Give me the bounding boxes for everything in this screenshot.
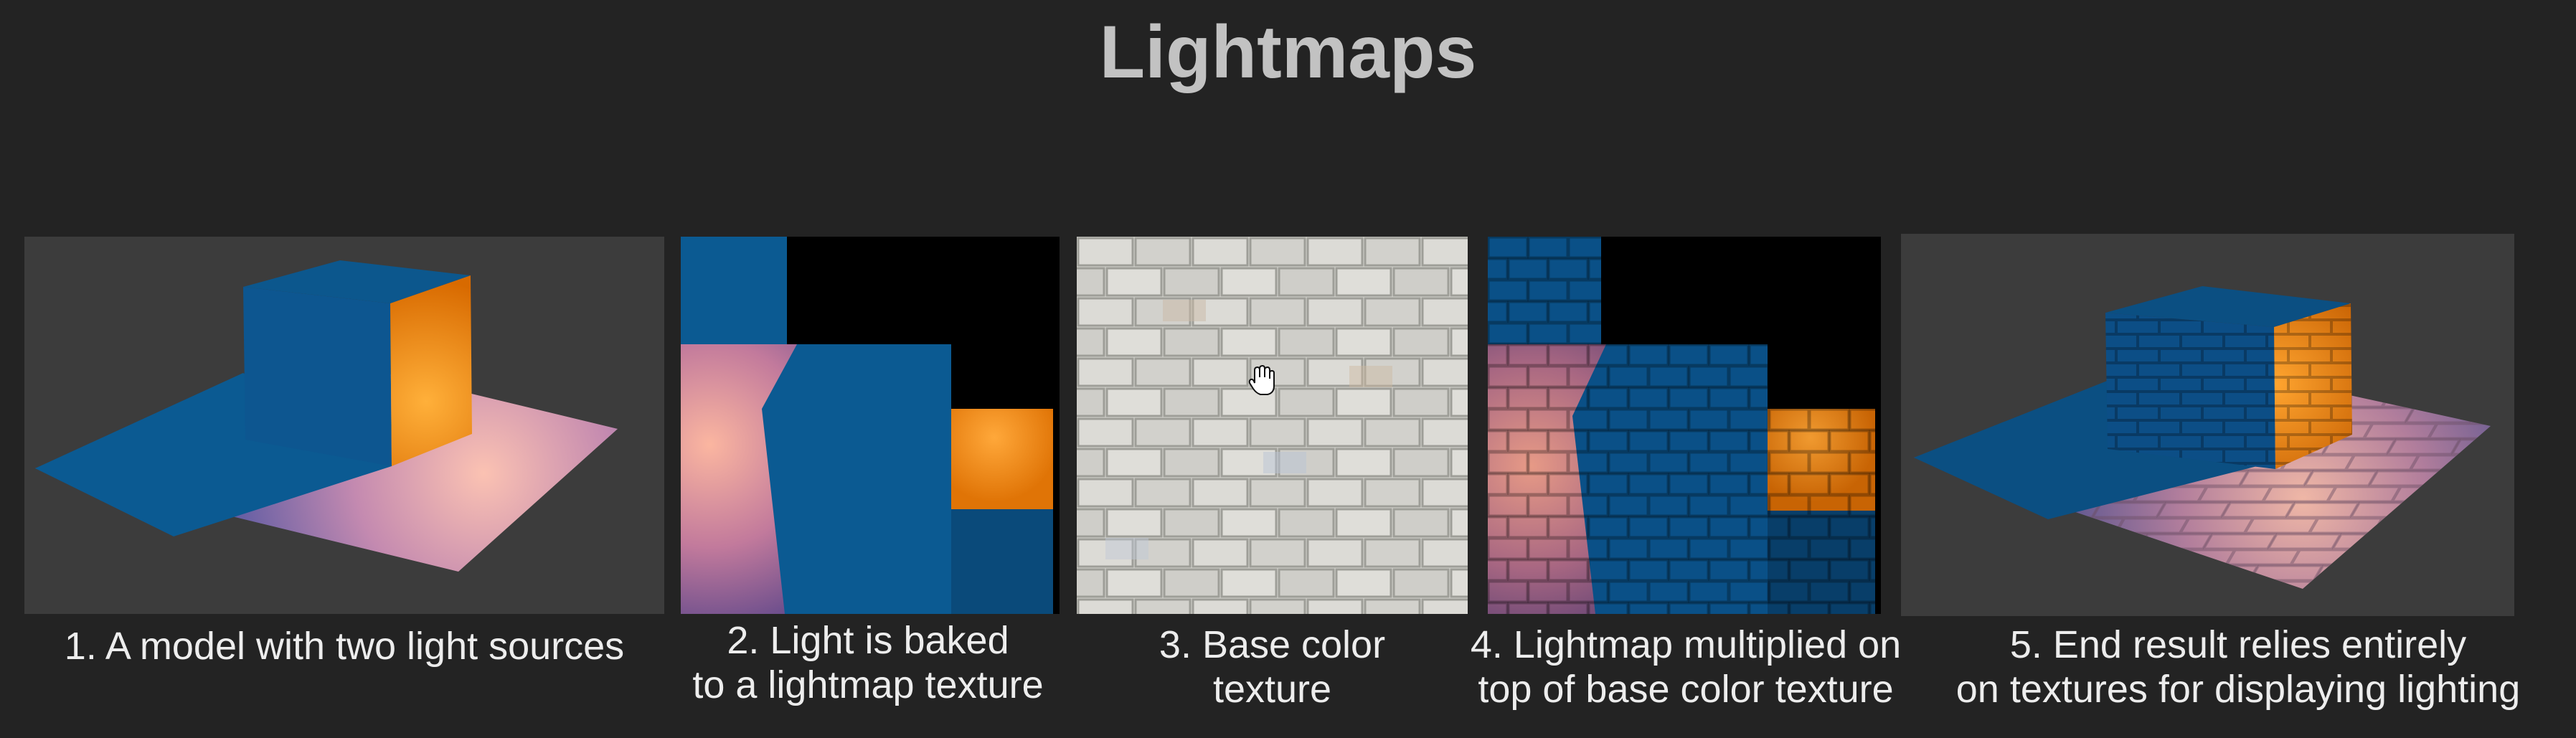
panel-base-color-texture bbox=[1077, 237, 1468, 614]
panel-end-result bbox=[1901, 234, 2514, 616]
caption-line: 4. Lightmap multiplied on bbox=[1470, 623, 1902, 666]
lightmap-dark-face-patch bbox=[951, 509, 1053, 614]
end-result-image bbox=[1914, 286, 2491, 589]
multiplied-texture-image bbox=[1488, 237, 1875, 614]
lightmap-top-face-patch bbox=[681, 237, 787, 344]
caption-panel-1: 1. A model with two light sources bbox=[24, 624, 664, 668]
model-render-image bbox=[35, 260, 618, 572]
caption-line: 5. End result relies entirely bbox=[2009, 623, 2467, 666]
cube-lit-face bbox=[390, 275, 472, 466]
panel-multiplied-texture bbox=[1488, 237, 1881, 614]
caption-line: to a lightmap texture bbox=[692, 663, 1044, 706]
lightmap-orange-face-patch bbox=[951, 409, 1053, 509]
lightmap-shadow-patch bbox=[762, 344, 951, 614]
caption-line: 2. Light is baked bbox=[727, 619, 1009, 662]
panel-model-render bbox=[24, 237, 664, 614]
caption-line: 3. Base color bbox=[1159, 623, 1386, 666]
caption-panel-3: 3. Base color texture bbox=[1077, 623, 1468, 711]
base-color-texture-image bbox=[1077, 237, 1468, 614]
caption-panel-4: 4. Lightmap multiplied on top of base co… bbox=[1463, 623, 1908, 711]
lightmap-texture-image bbox=[681, 237, 1053, 614]
caption-line: on textures for displaying lighting bbox=[1955, 668, 2521, 711]
panel-lightmap-texture bbox=[681, 237, 1060, 614]
page-title: Lightmaps bbox=[1099, 11, 1477, 94]
caption-panel-2: 2. Light is baked to a lightmap texture bbox=[631, 618, 1105, 707]
cube-front-face bbox=[243, 287, 392, 466]
caption-line: 1. A model with two light sources bbox=[64, 625, 625, 668]
caption-line: texture bbox=[1212, 668, 1332, 711]
caption-line: top of base color texture bbox=[1478, 668, 1894, 711]
caption-panel-5: 5. End result relies entirely on texture… bbox=[1922, 623, 2554, 711]
